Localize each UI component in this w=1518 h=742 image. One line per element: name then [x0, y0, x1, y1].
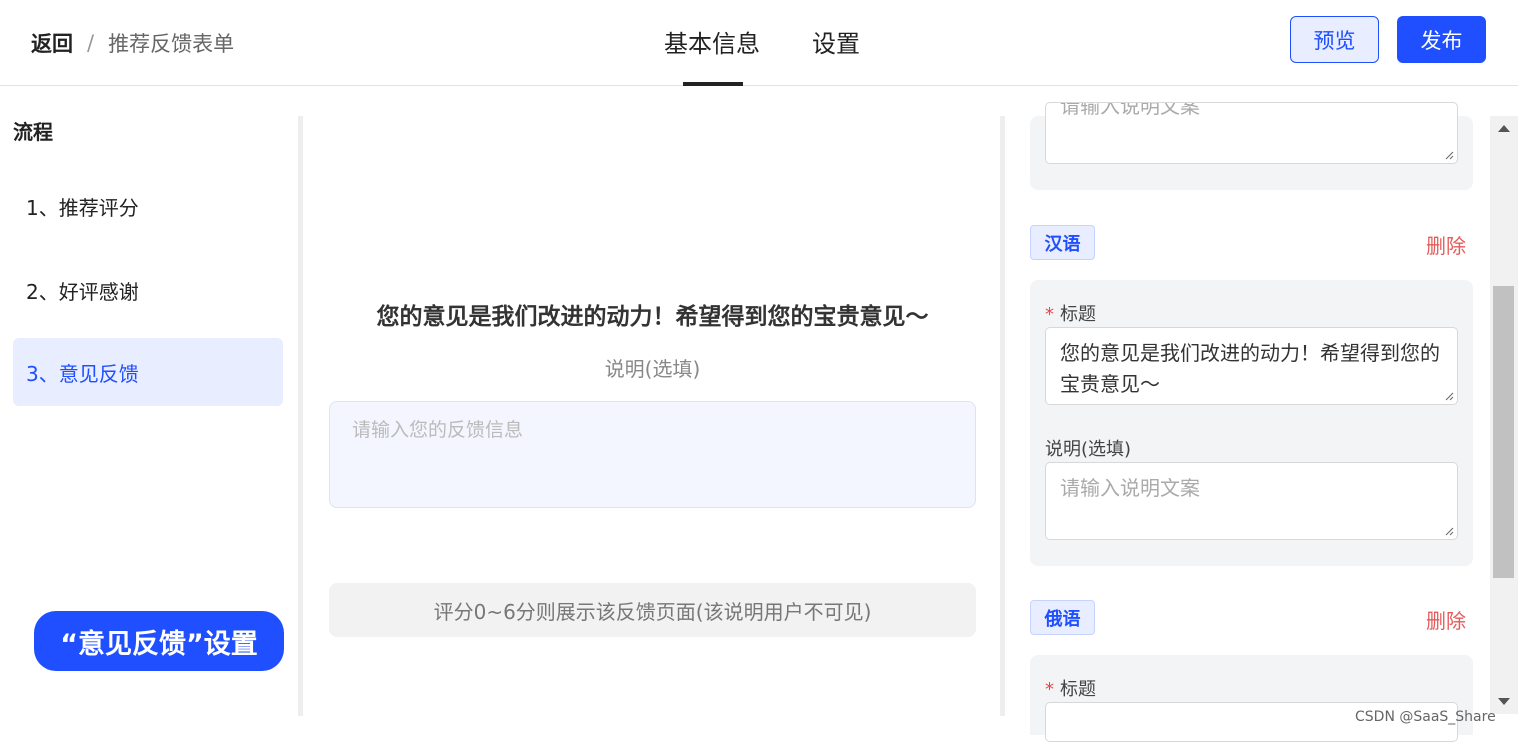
description-label: 说明(选填)	[1045, 439, 1132, 460]
title-label: * 标题	[1045, 679, 1096, 700]
back-link[interactable]: 返回	[31, 28, 73, 58]
language-tag-russian: 俄语	[1030, 600, 1095, 635]
breadcrumb: 返回 / 推荐反馈表单	[31, 28, 234, 58]
tab-settings[interactable]: 设置	[812, 24, 860, 86]
flow-item-recommend-score[interactable]: 1、推荐评分	[13, 172, 283, 240]
preview-description-label: 说明(选填)	[604, 357, 701, 381]
language-panel-chinese: * 标题 您的意见是我们改进的动力！希望得到您的宝贵意见～ 说明(选填) 请输入说…	[1030, 280, 1473, 566]
flow-sidebar: 流程 1、推荐评分 2、好评感谢 3、意见反馈 “意见反馈”设置	[0, 86, 298, 735]
right-divider	[1000, 116, 1005, 716]
tab-basic-info[interactable]: 基本信息	[664, 24, 760, 86]
scroll-up-icon[interactable]	[1498, 125, 1510, 132]
flow-item-positive-thanks[interactable]: 2、好评感谢	[13, 256, 283, 324]
publish-button[interactable]: 发布	[1397, 16, 1486, 63]
visibility-note: 评分0~6分则展示该反馈页面(该说明用户不可见)	[329, 583, 976, 637]
scroll-thumb[interactable]	[1493, 286, 1514, 578]
flow-item-feedback[interactable]: 3、意见反馈	[13, 338, 283, 406]
feedback-setting-badge: “意见反馈”设置	[34, 611, 284, 671]
description-field[interactable]: 请输入说明文案	[1045, 462, 1458, 540]
title-field[interactable]: 您的意见是我们改进的动力！希望得到您的宝贵意见～	[1045, 327, 1458, 405]
description-placeholder: 请输入说明文案	[1060, 476, 1200, 500]
top-header: 返回 / 推荐反馈表单 基本信息 设置 预览 发布	[0, 0, 1518, 86]
delete-chinese-button[interactable]: 删除	[1426, 230, 1466, 259]
delete-russian-button[interactable]: 删除	[1426, 605, 1466, 634]
watermark: CSDN @SaaS_Share	[1355, 709, 1496, 725]
page-title: 推荐反馈表单	[108, 32, 235, 56]
preview-button[interactable]: 预览	[1290, 16, 1379, 63]
preview-title: 您的意见是我们改进的动力！希望得到您的宝贵意见～	[376, 304, 929, 330]
resize-handle-icon[interactable]	[1444, 391, 1454, 401]
title-label: * 标题	[1045, 304, 1096, 325]
tab-bar: 基本信息 设置	[664, 24, 860, 86]
settings-scrollbar[interactable]	[1490, 116, 1518, 714]
flow-title: 流程	[13, 120, 53, 144]
description-field-previous[interactable]: 请输入说明文案	[1045, 102, 1458, 164]
breadcrumb-separator: /	[87, 31, 95, 55]
language-tag-chinese: 汉语	[1030, 225, 1095, 260]
resize-handle-icon[interactable]	[1444, 150, 1454, 160]
feedback-input[interactable]: 请输入您的反馈信息	[329, 401, 976, 508]
scroll-down-icon[interactable]	[1498, 698, 1510, 705]
description-placeholder: 请输入说明文案	[1060, 102, 1200, 118]
title-value: 您的意见是我们改进的动力！希望得到您的宝贵意见～	[1060, 341, 1440, 396]
resize-handle-icon[interactable]	[1444, 526, 1454, 536]
required-mark: *	[1045, 679, 1054, 700]
required-mark: *	[1045, 304, 1054, 325]
language-panel-previous: 请输入说明文案	[1030, 102, 1473, 190]
left-divider	[298, 116, 303, 716]
